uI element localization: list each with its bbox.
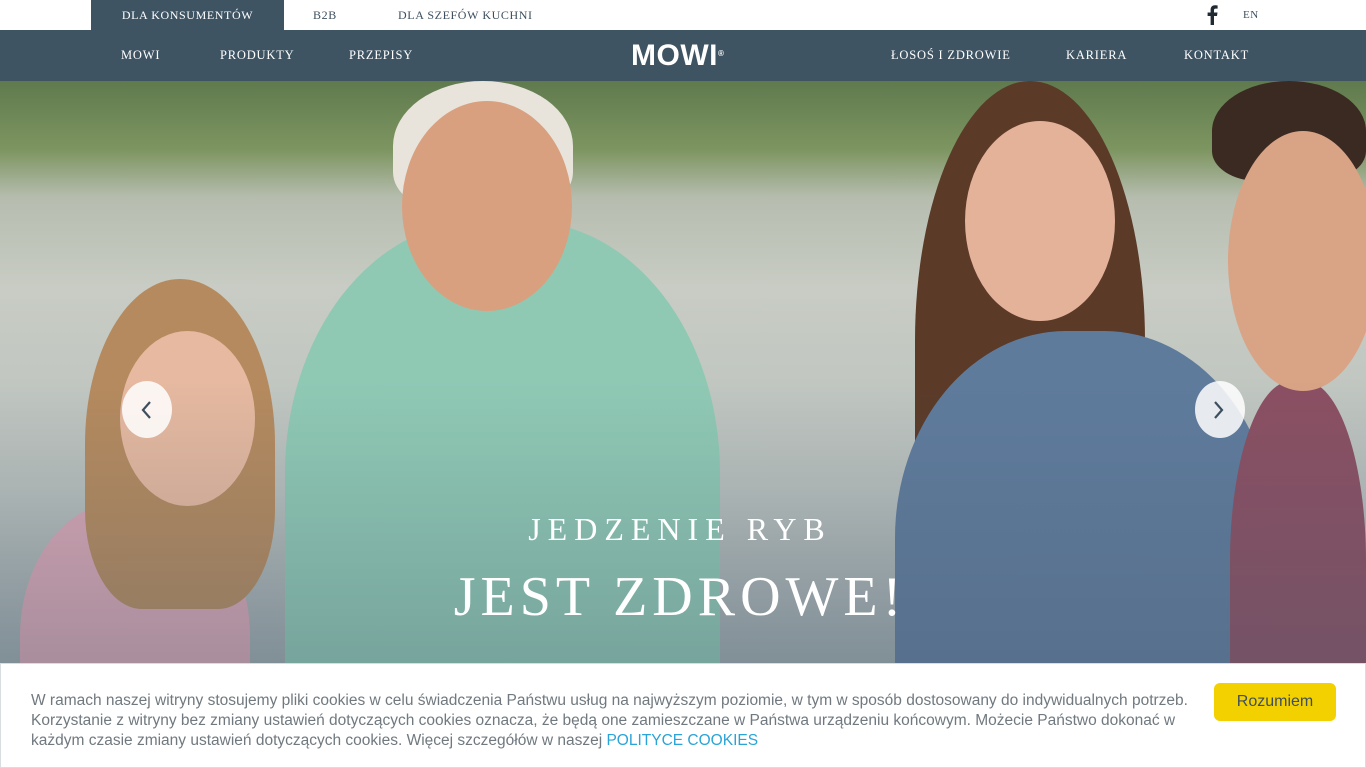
cookie-banner: W ramach naszej witryny stosujemy pliki … [0, 663, 1366, 768]
slider-prev-button[interactable] [122, 381, 172, 438]
logo[interactable]: MOWI® [631, 38, 724, 74]
facebook-icon[interactable] [1205, 5, 1219, 25]
chevron-left-icon [141, 401, 151, 419]
hero-photo-woman-face [965, 121, 1115, 321]
main-nav: MOWI PRODUKTY PRZEPISY MOWI® ŁOSOŚ I ZDR… [0, 30, 1366, 81]
nav-item-kontakt[interactable]: KONTAKT [1184, 30, 1249, 81]
language-switch[interactable]: EN [1243, 0, 1259, 30]
tab-b2b[interactable]: B2B [313, 0, 337, 30]
nav-item-mowi[interactable]: MOWI [121, 30, 160, 81]
cookie-text: W ramach naszej witryny stosujemy pliki … [31, 691, 1211, 751]
nav-item-produkty[interactable]: PRODUKTY [220, 30, 294, 81]
chevron-right-icon [1214, 401, 1224, 419]
cookie-accept-button[interactable]: Rozumiem [1214, 683, 1336, 721]
hero-title-line1: JEDZENIE RYB [528, 511, 832, 547]
nav-item-kariera[interactable]: KARIERA [1066, 30, 1127, 81]
audience-bar: DLA KONSUMENTÓW B2B DLA SZEFÓW KUCHNI EN [0, 0, 1366, 30]
tab-consumers[interactable]: DLA KONSUMENTÓW [91, 0, 284, 30]
nav-item-losos-i-zdrowie[interactable]: ŁOSOŚ I ZDROWIE [891, 30, 1011, 81]
registered-mark: ® [717, 49, 725, 58]
slider-next-button[interactable] [1195, 381, 1245, 438]
nav-item-przepisy[interactable]: PRZEPISY [349, 30, 413, 81]
hero-photo-young-man-face [1228, 131, 1366, 391]
hero-title-line2: JEST ZDROWE! [453, 566, 907, 628]
tab-chefs[interactable]: DLA SZEFÓW KUCHNI [398, 0, 533, 30]
hero-photo-man-face [402, 101, 572, 311]
logo-text: MOWI [631, 39, 718, 72]
cookie-policy-link[interactable]: Polityce Cookies [606, 732, 758, 749]
